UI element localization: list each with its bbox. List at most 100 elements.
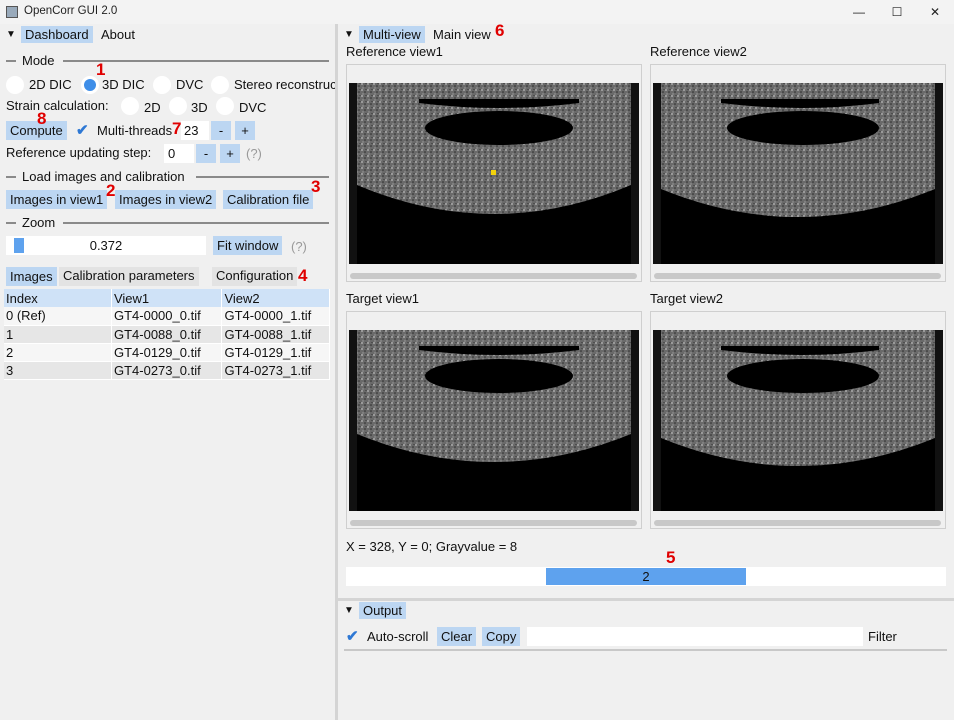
threads-minus-button[interactable]: -: [211, 121, 231, 140]
close-button[interactable]: ✕: [916, 0, 954, 24]
table-cell: GT4-0273_0.tif: [111, 361, 223, 380]
radio-stereo-reconstruct[interactable]: [211, 76, 229, 94]
view-title: Target view2: [650, 291, 723, 306]
speckle-image[interactable]: [349, 83, 639, 264]
separator: [6, 60, 16, 62]
radio-stereo-label: Stereo reconstruct: [234, 77, 335, 92]
app-icon: [6, 6, 18, 18]
output-panel: ▼ Output ✔ Auto-scroll Clear Copy Filter: [338, 598, 954, 720]
collapse-triangle-icon[interactable]: ▼: [344, 605, 354, 616]
mode-section-title: Mode: [22, 53, 55, 68]
views-panel: ▼ Multi-view Main view 6 Reference view1: [338, 21, 954, 598]
tab-about[interactable]: About: [97, 26, 139, 43]
zoom-help[interactable]: (?): [291, 239, 307, 254]
images-view1-button[interactable]: Images in view1: [6, 190, 108, 209]
autoscroll-checkbox[interactable]: ✔: [346, 627, 359, 645]
separator: [6, 222, 16, 224]
minimize-button[interactable]: —: [840, 0, 878, 24]
zoom-slider[interactable]: 0.372: [6, 236, 206, 255]
annotation-1: 1: [96, 60, 106, 79]
calibration-file-button[interactable]: Calibration file: [223, 190, 314, 209]
radio-strain-2d[interactable]: [121, 97, 139, 115]
annotation-6: 6: [495, 21, 505, 40]
dashboard-panel: ▼ Dashboard About Mode 2D DIC 3D DIC DVC…: [0, 24, 335, 720]
radio-dvc-label: DVC: [176, 77, 204, 92]
column-header-view1[interactable]: View1: [111, 289, 223, 307]
collapse-triangle-icon[interactable]: ▼: [6, 29, 16, 40]
collapse-triangle-icon[interactable]: ▼: [344, 29, 354, 40]
view-title: Reference view1: [346, 44, 443, 59]
tab-main-view[interactable]: Main view: [429, 26, 495, 43]
copy-button[interactable]: Copy: [482, 627, 521, 646]
images-view2-button[interactable]: Images in view2: [115, 190, 217, 209]
table-row[interactable]: 1 GT4-0088_0.tif GT4-0088_1.tif: [4, 325, 330, 344]
frame-slider-handle[interactable]: 2: [546, 568, 746, 585]
annotation-7: 7: [172, 119, 182, 138]
table-row[interactable]: 2 GT4-0129_0.tif GT4-0129_1.tif: [4, 343, 330, 362]
strain-3d-label: 3D: [191, 100, 208, 115]
reference-view2[interactable]: [650, 64, 946, 282]
table-cell: 1: [4, 325, 112, 344]
target-view2[interactable]: [650, 311, 946, 529]
title-bar: OpenCorr GUI 2.0 — ☐ ✕: [0, 0, 954, 24]
horizontal-scrollbar[interactable]: [350, 273, 637, 279]
annotation-8: 8: [37, 109, 47, 128]
ref-update-label: Reference updating step:: [6, 145, 152, 160]
ref-update-input[interactable]: 0: [164, 144, 194, 163]
separator: [63, 222, 329, 224]
table-cell: GT4-0129_0.tif: [111, 343, 223, 362]
speckle-image[interactable]: [349, 330, 639, 511]
speckle-image[interactable]: [653, 330, 943, 511]
radio-2d-dic-label: 2D DIC: [29, 77, 72, 92]
specimen-image: [653, 83, 943, 264]
tab-multi-view[interactable]: Multi-view: [359, 26, 425, 43]
multithreads-checkbox[interactable]: ✔: [76, 121, 89, 139]
table-cell: GT4-0129_1.tif: [221, 343, 330, 362]
tab-output[interactable]: Output: [359, 602, 407, 619]
multithreads-label: Multi-threads: [97, 123, 173, 138]
filter-label: Filter: [868, 629, 897, 644]
filter-input[interactable]: [527, 627, 863, 646]
table-row[interactable]: 3 GT4-0273_0.tif GT4-0273_1.tif: [4, 361, 330, 380]
reference-view1[interactable]: [346, 64, 642, 282]
table-cell: 0 (Ref): [4, 307, 112, 326]
threads-input[interactable]: 23: [181, 121, 209, 140]
annotation-4: 4: [298, 266, 308, 285]
strain-label: Strain calculation:: [6, 98, 109, 113]
table-cell: GT4-0088_0.tif: [111, 325, 223, 344]
radio-2d-dic[interactable]: [6, 76, 24, 94]
ref-update-minus-button[interactable]: -: [196, 144, 216, 163]
speckle-image[interactable]: [653, 83, 943, 264]
table-cell: GT4-0088_1.tif: [221, 325, 330, 344]
column-header-view2[interactable]: View2: [221, 289, 330, 307]
tab-images[interactable]: Images: [6, 267, 57, 286]
annotation-2: 2: [106, 181, 116, 200]
tab-configuration[interactable]: Configuration: [212, 267, 298, 286]
radio-dvc[interactable]: [153, 76, 171, 94]
target-view1[interactable]: [346, 311, 642, 529]
tab-calibration-parameters[interactable]: Calibration parameters: [59, 267, 199, 286]
mode-radio-group: 2D DIC 3D DIC DVC Stereo reconstruct: [0, 74, 335, 96]
tab-dashboard[interactable]: Dashboard: [21, 26, 93, 43]
horizontal-scrollbar[interactable]: [654, 273, 941, 279]
pixel-status-text: X = 328, Y = 0; Grayvalue = 8: [346, 539, 518, 554]
separator: [344, 649, 947, 651]
maximize-button[interactable]: ☐: [878, 0, 916, 24]
view-title: Reference view2: [650, 44, 747, 59]
radio-strain-3d[interactable]: [169, 97, 187, 115]
horizontal-scrollbar[interactable]: [350, 520, 637, 526]
horizontal-scrollbar[interactable]: [654, 520, 941, 526]
table-header-row: Index View1 View2: [4, 289, 330, 307]
separator: [196, 176, 329, 178]
frame-slider[interactable]: 2: [346, 567, 946, 586]
ref-update-help[interactable]: (?): [246, 146, 262, 161]
clear-button[interactable]: Clear: [437, 627, 477, 646]
column-header-index[interactable]: Index: [4, 289, 112, 307]
ref-update-plus-button[interactable]: +: [220, 144, 240, 163]
table-row[interactable]: 0 (Ref) GT4-0000_0.tif GT4-0000_1.tif: [4, 307, 330, 326]
fit-window-button[interactable]: Fit window: [213, 236, 283, 255]
threads-plus-button[interactable]: +: [235, 121, 255, 140]
radio-strain-dvc[interactable]: [216, 97, 234, 115]
table-cell: GT4-0000_0.tif: [111, 307, 223, 326]
specimen-image: [349, 83, 639, 264]
